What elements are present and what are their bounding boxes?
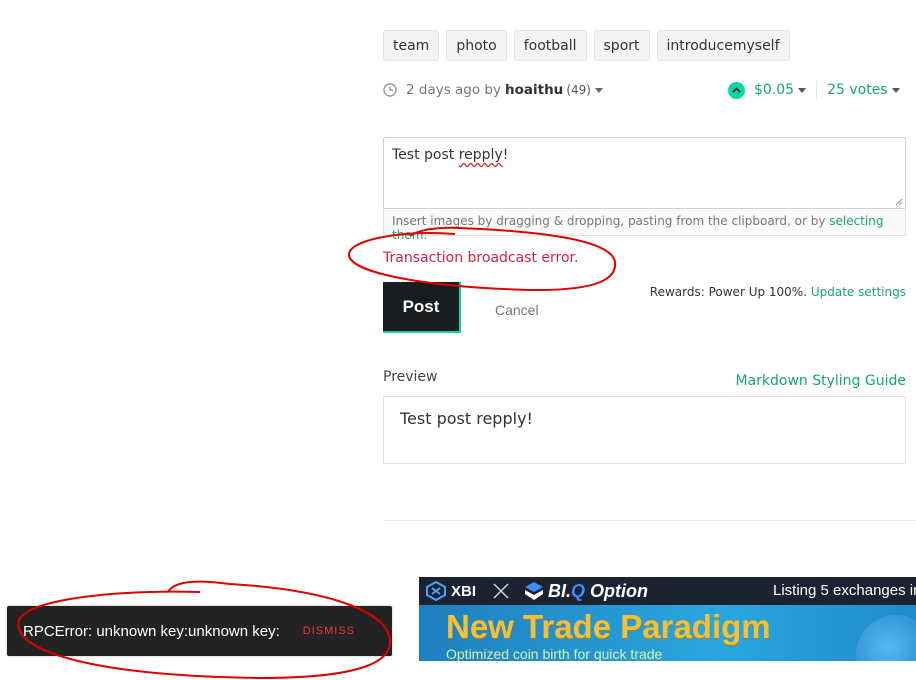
reply-textarea[interactable]: Test post repply!: [383, 137, 906, 209]
biq-logo-icon: [525, 582, 544, 600]
author-menu-caret-icon[interactable]: [594, 87, 603, 93]
ad-brand2-c: Option: [585, 580, 649, 601]
payout-caret-icon[interactable]: [798, 87, 807, 93]
upvote-icon[interactable]: [728, 81, 745, 99]
author-link[interactable]: hoaithu: [505, 82, 563, 98]
cross-icon: [493, 583, 509, 599]
toast-message: RPCError: unknown key:unknown key:: [23, 622, 280, 640]
rewards-setting: Rewards: Power Up 100%. Update settings: [650, 285, 906, 299]
section-divider: [383, 520, 916, 521]
image-upload-hint: Insert images by dragging & dropping, pa…: [383, 209, 906, 242]
tag-football[interactable]: football: [513, 30, 587, 61]
ad-brand2-a: BI.: [548, 580, 572, 601]
markdown-guide-link[interactable]: Markdown Styling Guide: [735, 373, 906, 389]
ad-headline: New Trade Paradigm: [446, 608, 771, 645]
tag-team[interactable]: team: [383, 30, 440, 61]
globe-graphic: [856, 615, 916, 661]
reply-text-misspelled: repply: [458, 147, 503, 163]
ad-brand-xbi: XBI: [425, 581, 476, 601]
author-reputation: (49): [566, 83, 591, 97]
error-toast: RPCError: unknown key:unknown key: DISMI…: [7, 606, 392, 656]
ad-brand-biq: BI. Q Option: [524, 581, 648, 602]
payout-area: $0.05 25 votes: [728, 80, 900, 100]
preview-box: Test post repply!: [383, 396, 906, 464]
cancel-button[interactable]: Cancel: [495, 302, 539, 318]
ad-top-bar: XBI BI. Q Option Listing 5 exchanges in: [419, 577, 916, 605]
clock-icon: [383, 83, 397, 97]
resize-grip-icon[interactable]: [895, 198, 903, 206]
payout-value[interactable]: $0.05: [754, 82, 794, 98]
preview-content: Test post repply!: [400, 409, 533, 428]
ad-listing-text: Listing 5 exchanges in: [773, 582, 916, 599]
rewards-text: Rewards: Power Up 100%.: [649, 285, 808, 299]
xbi-logo-icon: [426, 581, 446, 601]
tag-sport[interactable]: sport: [593, 30, 650, 61]
preview-label: Preview: [383, 369, 438, 385]
reply-text: Test post: [392, 147, 459, 163]
tag-introducemyself[interactable]: introducemyself: [656, 30, 790, 61]
error-message: Transaction broadcast error.: [383, 250, 579, 266]
ad-subline: Optimized coin birth for quick trade: [446, 646, 663, 661]
votes-count[interactable]: 25 votes: [827, 82, 888, 98]
ad-bottom-panel: New Trade Paradigm Optimized coin birth …: [419, 605, 916, 661]
hint-text: Insert images by dragging & dropping, pa…: [392, 214, 830, 228]
ad-brand2-q: Q: [571, 580, 586, 601]
hint-period: .: [423, 228, 428, 242]
ad-brand1-text: XBI: [451, 582, 477, 600]
ad-banner[interactable]: XBI BI. Q Option Listing 5 exchanges in N…: [419, 577, 916, 661]
tag-photo[interactable]: photo: [446, 30, 507, 61]
update-settings-link[interactable]: Update settings: [811, 285, 906, 299]
tag-list: team photo football sport introducemysel…: [383, 30, 790, 61]
reply-text-end: !: [502, 147, 509, 163]
divider: [816, 81, 818, 99]
post-button[interactable]: Post: [383, 282, 461, 333]
post-meta: 2 days ago by hoaithu (49): [383, 80, 603, 100]
dismiss-button[interactable]: DISMISS: [303, 625, 355, 637]
votes-caret-icon[interactable]: [891, 87, 900, 93]
post-time: 2 days ago by: [406, 82, 501, 98]
